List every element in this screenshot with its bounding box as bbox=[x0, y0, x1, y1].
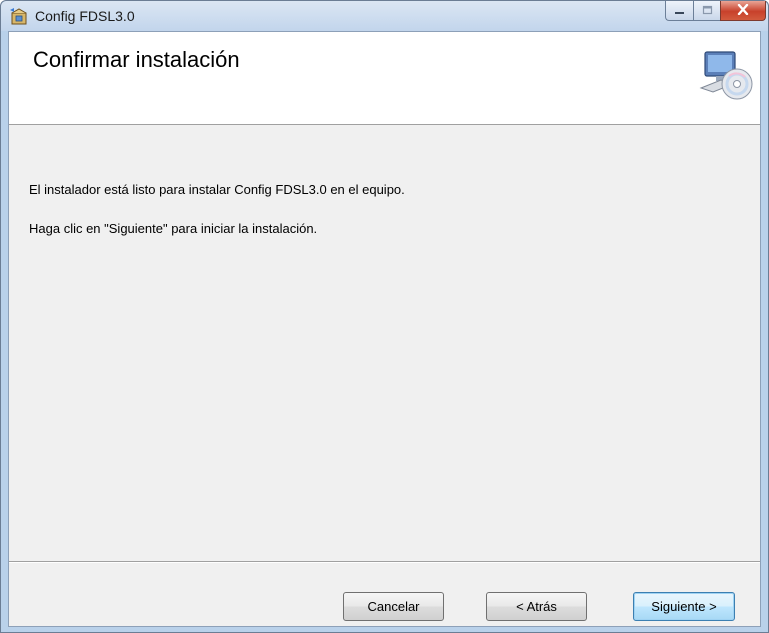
cancel-button[interactable]: Cancelar bbox=[343, 592, 444, 621]
back-button[interactable]: < Atrás bbox=[486, 592, 587, 621]
footer-divider bbox=[9, 561, 760, 563]
minimize-icon bbox=[674, 2, 685, 20]
window-title: Config FDSL3.0 bbox=[35, 8, 135, 24]
installer-window: Config FDSL3.0 Confirmar instalación El … bbox=[0, 0, 769, 633]
maximize-icon bbox=[702, 2, 713, 20]
close-button[interactable] bbox=[720, 1, 766, 21]
minimize-button[interactable] bbox=[665, 1, 693, 21]
computer-with-disc-icon bbox=[699, 46, 753, 104]
installer-package-icon bbox=[9, 7, 29, 25]
ready-message: El instalador está listo para instalar C… bbox=[29, 182, 405, 197]
header-banner: Confirmar instalación bbox=[9, 32, 760, 125]
instruction-message: Haga clic en "Siguiente" para iniciar la… bbox=[29, 221, 318, 236]
maximize-button[interactable] bbox=[693, 1, 720, 21]
window-controls bbox=[665, 1, 766, 21]
dialog-client-area: Confirmar instalación El instalador está… bbox=[8, 31, 761, 627]
title-bar[interactable]: Config FDSL3.0 bbox=[1, 1, 768, 31]
close-icon bbox=[737, 2, 749, 20]
next-button[interactable]: Siguiente > bbox=[633, 592, 735, 621]
page-title: Confirmar instalación bbox=[33, 47, 240, 72]
